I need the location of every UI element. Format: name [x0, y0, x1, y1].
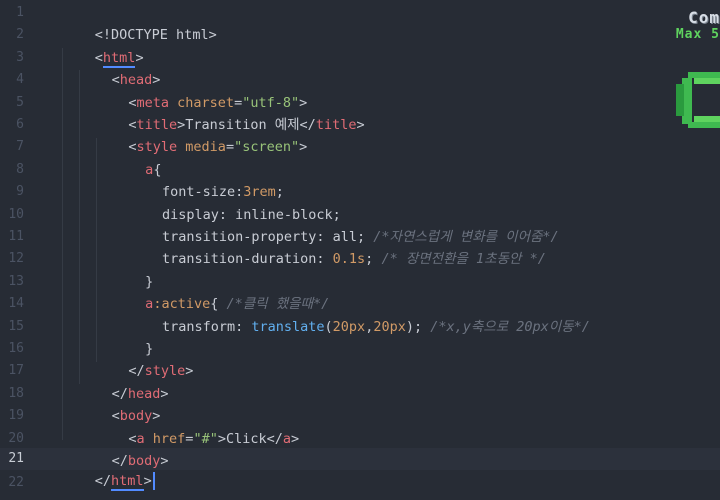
code-line-9: display: inline-block; — [113, 181, 341, 223]
tag-bracket: > — [356, 117, 365, 133]
title-tag-token: title — [315, 117, 357, 133]
line-number: 12 — [8, 251, 24, 267]
code-line-17: </head> — [63, 360, 169, 402]
paren-token: ( — [324, 318, 333, 335]
code-line-5: <title>Transition 예제</title> — [80, 92, 364, 133]
line-number: 3 — [16, 49, 24, 65]
code-line-15: } — [96, 316, 153, 357]
anchor-tag-token: a — [282, 430, 292, 447]
line-number: 5 — [16, 94, 24, 110]
equals-token: = — [225, 139, 235, 156]
line-number: 13 — [8, 273, 24, 289]
line-number: 20 — [8, 430, 24, 446]
line-number: 19 — [8, 408, 24, 424]
property-token: transform: — [161, 318, 252, 335]
code-editor[interactable]: 1 2 3 4 5 6 7 8 9 10 11 12 13 14 15 16 1… — [0, 0, 720, 500]
string-token: "#" — [193, 430, 218, 447]
line-number-active: 21 — [8, 451, 24, 466]
string-token: "screen" — [234, 139, 300, 156]
semicolon-token: ; — [365, 251, 382, 268]
tag-bracket: > — [291, 430, 300, 447]
property-token: transition-duration: — [161, 251, 333, 268]
text-cursor — [152, 472, 155, 491]
code-line-11: transition-duration: 0.1s; /* 장면전환을 1초동안… — [113, 226, 546, 267]
code-line-8: font-size:3rem; — [113, 159, 284, 200]
line-number: 1 — [16, 5, 24, 20]
line-number: 9 — [16, 184, 24, 200]
code-area[interactable]: <!DOCTYPE html> <html> <head> <meta char… — [46, 0, 720, 500]
line-number: 18 — [8, 385, 24, 401]
html-tag-token: html — [111, 473, 144, 492]
line-number: 4 — [16, 72, 24, 88]
line-number: 2 — [16, 27, 24, 43]
code-line-2: <html> — [46, 24, 144, 68]
line-number: 10 — [8, 206, 24, 222]
function-token: translate — [251, 318, 325, 335]
attribute-token: media — [177, 139, 226, 156]
code-line-1: <!DOCTYPE html> — [46, 2, 217, 43]
combo-digit-graphic — [676, 72, 720, 128]
text-token: Click — [225, 430, 267, 447]
number-token: 0.1s — [332, 251, 366, 268]
line-number: 7 — [16, 139, 24, 155]
tag-bracket: > — [299, 139, 308, 156]
code-line-13: a:active{ /*클릭 했을때*/ — [96, 271, 329, 312]
code-line-20: </body> — [63, 428, 169, 469]
code-line-12: } — [96, 248, 153, 290]
combo-counter-label: Com — [688, 8, 720, 27]
code-line-10: transition-property: all; /*자연스럽게 변화를 이어… — [113, 204, 559, 245]
line-number: 8 — [16, 161, 24, 177]
tag-bracket: > — [160, 453, 169, 469]
number-token: 20px — [332, 318, 366, 335]
tag-bracket: > — [217, 430, 226, 447]
code-line-21: </html> — [46, 448, 155, 492]
line-number: 16 — [8, 341, 24, 356]
code-line-14: transform: translate(20px,20px); /*x,y축으… — [113, 293, 590, 335]
comment-token: /*x,y축으로 20px이동*/ — [430, 318, 590, 335]
max-combo-label: Max 5 — [675, 27, 720, 42]
line-number-gutter: 1 2 3 4 5 6 7 8 9 10 11 12 13 14 15 16 1… — [0, 0, 32, 500]
code-line-16: </style> — [80, 338, 193, 379]
code-line-18: <body> — [63, 383, 161, 424]
line-number: 15 — [8, 318, 24, 334]
line-number: 14 — [8, 296, 24, 312]
line-number: 22 — [8, 475, 24, 491]
tag-bracket: </ — [94, 473, 112, 490]
tag-bracket: > — [160, 385, 169, 402]
tag-bracket: </ — [266, 430, 283, 447]
code-line-7: a{ — [96, 136, 161, 178]
code-line-4: <meta charset="utf-8"> — [80, 69, 307, 111]
paren-token: ); — [405, 318, 431, 335]
number-token: 20px — [373, 318, 406, 335]
line-number: 6 — [16, 117, 24, 132]
code-line-3: <head> — [63, 47, 161, 88]
line-number: 11 — [8, 229, 24, 244]
comment-token: /* 장면전환을 1초동안 */ — [381, 251, 546, 268]
tag-bracket: > — [143, 473, 152, 490]
line-number: 17 — [8, 363, 24, 379]
code-line-19: <a href="#">Click</a> — [80, 405, 299, 447]
code-line-6: <style media="screen"> — [80, 114, 307, 155]
tag-bracket: > — [185, 363, 194, 380]
